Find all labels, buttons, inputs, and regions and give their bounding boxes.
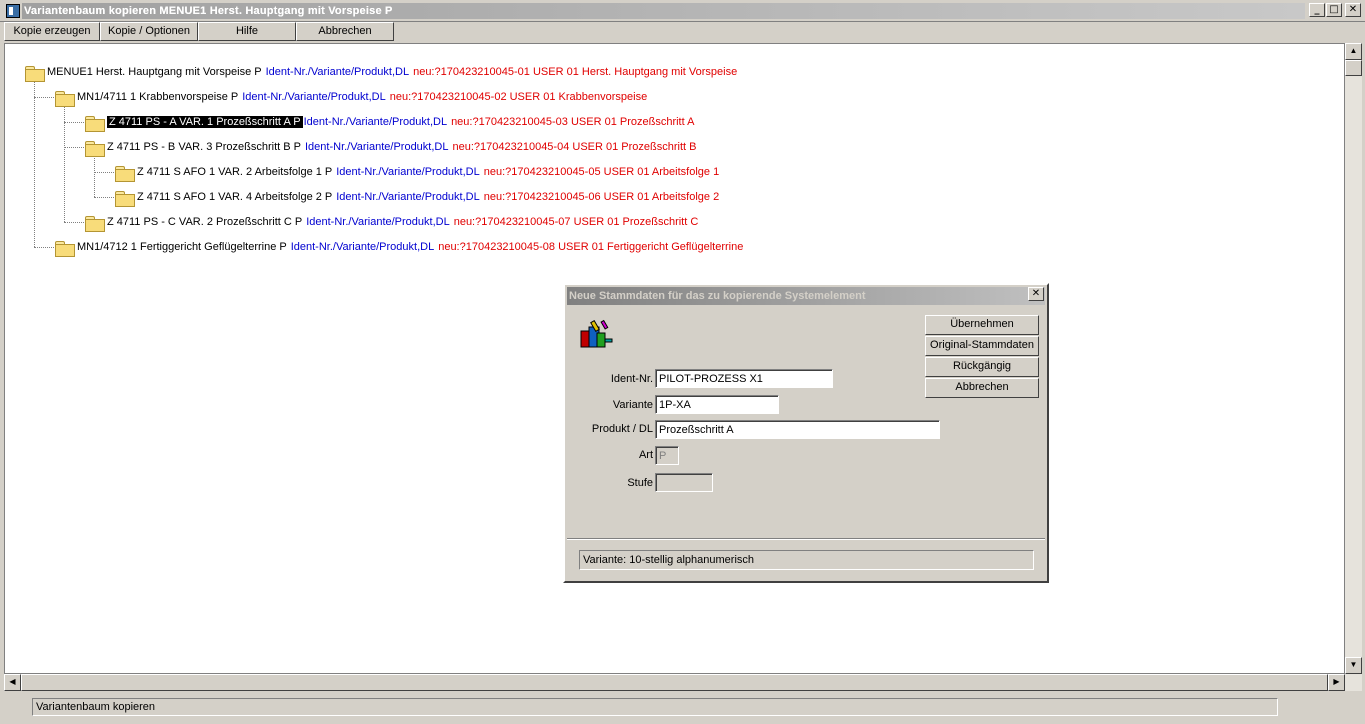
hilfe-button[interactable]: Hilfe: [198, 22, 296, 41]
tree-connector: [64, 222, 86, 223]
scroll-left-icon[interactable]: ◀: [4, 674, 21, 691]
node-ident-hint: Ident-Nr./Variante/Produkt,DL: [336, 191, 480, 203]
dialog-close-button[interactable]: ✕: [1028, 287, 1044, 301]
ident-field[interactable]: [655, 369, 833, 388]
tree-node[interactable]: Z 4711 PS - B VAR. 3 Prozeßschritt B P I…: [85, 138, 697, 157]
tree-connector: [34, 247, 56, 248]
node-new-ident: neu:?170423210045-06 USER 01 Arbeitsfolg…: [483, 191, 720, 203]
folder-icon: [55, 240, 75, 257]
minimize-button[interactable]: _: [1309, 3, 1325, 17]
horizontal-scrollbar[interactable]: ◀ ▶: [4, 674, 1362, 691]
folder-icon: [85, 215, 105, 232]
vertical-scroll-thumb[interactable]: [1345, 60, 1362, 76]
tree-connector: [94, 197, 116, 198]
node-label: MN1/4712 1 Fertiggericht Geflügelterrine…: [77, 241, 287, 253]
tree-connector: [94, 172, 116, 173]
kopie-erzeugen-button[interactable]: Kopie erzeugen: [4, 22, 100, 41]
dialog-status-bar: Variante: 10-stellig alphanumerisch: [579, 550, 1034, 570]
dialog-abbrechen-button[interactable]: Abbrechen: [925, 378, 1039, 398]
dialog-separator: [567, 538, 1045, 540]
node-label: MN1/4711 1 Krabbenvorspeise P: [77, 91, 239, 103]
tree-connector: [64, 122, 86, 123]
node-ident-hint: Ident-Nr./Variante/Produkt,DL: [290, 241, 435, 253]
folder-icon: [115, 190, 135, 207]
variante-label: Variante: [612, 399, 653, 411]
tree-node-selected[interactable]: Z 4711 PS - A VAR. 1 Prozeßschritt A P I…: [85, 113, 695, 132]
tree-node[interactable]: Z 4711 S AFO 1 VAR. 2 Arbeitsfolge 1 P I…: [115, 163, 720, 182]
node-ident-hint: Ident-Nr./Variante/Produkt,DL: [336, 166, 480, 178]
tree-node[interactable]: MENUE1 Herst. Hauptgang mit Vorspeise P …: [25, 63, 738, 82]
node-label: Z 4711 S AFO 1 VAR. 4 Arbeitsfolge 2 P: [137, 191, 333, 203]
rueckgaengig-button[interactable]: Rückgängig: [925, 357, 1039, 377]
node-label: Z 4711 PS - A VAR. 1 Prozeßschritt A P: [107, 116, 303, 128]
node-label: Z 4711 S AFO 1 VAR. 2 Arbeitsfolge 1 P: [137, 166, 333, 178]
tree-connector: [64, 147, 86, 148]
status-bar: Variantenbaum kopieren: [32, 698, 1278, 716]
app-icon: [6, 3, 20, 18]
node-ident-hint: Ident-Nr./Variante/Produkt,DL: [303, 116, 448, 128]
original-stammdaten-button[interactable]: Original-Stammdaten: [925, 336, 1039, 356]
node-label: Z 4711 PS - B VAR. 3 Prozeßschritt B P: [107, 141, 301, 153]
ident-label: Ident-Nr.: [610, 373, 653, 385]
folder-icon: [85, 140, 105, 157]
node-new-ident: neu:?170423210045-04 USER 01 Prozeßschri…: [452, 141, 697, 153]
abbrechen-button[interactable]: Abbrechen: [296, 22, 394, 41]
window-title: Variantenbaum kopieren MENUE1 Herst. Hau…: [24, 4, 393, 17]
horizontal-scroll-thumb[interactable]: [21, 674, 1328, 691]
title-bar: Variantenbaum kopieren MENUE1 Herst. Hau…: [0, 0, 1365, 22]
produkt-field[interactable]: [655, 420, 940, 439]
maximize-button[interactable]: □: [1326, 3, 1342, 17]
node-new-ident: neu:?170423210045-03 USER 01 Prozeßschri…: [451, 116, 695, 128]
window-controls: _ □ ✕: [1309, 3, 1361, 17]
node-ident-hint: Ident-Nr./Variante/Produkt,DL: [305, 141, 449, 153]
variante-field[interactable]: [655, 395, 779, 414]
produkt-label: Produkt / DL: [591, 423, 653, 435]
node-new-ident: neu:?170423210045-08 USER 01 Fertiggeric…: [438, 241, 744, 253]
folder-icon: [115, 165, 135, 182]
art-label: Art: [638, 449, 653, 461]
tree-node[interactable]: MN1/4712 1 Fertiggericht Geflügelterrine…: [55, 238, 744, 257]
tree-node[interactable]: MN1/4711 1 Krabbenvorspeise P Ident-Nr./…: [55, 88, 648, 107]
folder-icon: [55, 90, 75, 107]
node-label: Z 4711 PS - C VAR. 2 Prozeßschritt C P: [107, 216, 303, 228]
tree-connector: [34, 82, 35, 247]
tree-node[interactable]: Z 4711 S AFO 1 VAR. 4 Arbeitsfolge 2 P I…: [115, 188, 720, 207]
folder-icon: [25, 65, 45, 82]
dialog-title: Neue Stammdaten für das zu kopierende Sy…: [567, 287, 1045, 305]
art-field: [655, 446, 679, 465]
tree-connector: [64, 106, 65, 222]
folder-icon: [85, 115, 105, 132]
scroll-down-icon[interactable]: ▼: [1345, 657, 1362, 674]
uebernehmen-button[interactable]: Übernehmen: [925, 315, 1039, 335]
stufe-label: Stufe: [627, 477, 653, 489]
scroll-up-icon[interactable]: ▲: [1345, 43, 1362, 60]
stammdaten-dialog: Neue Stammdaten für das zu kopierende Sy…: [563, 283, 1049, 583]
close-button[interactable]: ✕: [1345, 3, 1361, 17]
tree-connector: [34, 97, 56, 98]
node-ident-hint: Ident-Nr./Variante/Produkt,DL: [265, 66, 410, 78]
node-ident-hint: Ident-Nr./Variante/Produkt,DL: [306, 216, 450, 228]
node-label: MENUE1 Herst. Hauptgang mit Vorspeise P: [47, 66, 262, 78]
tree-node[interactable]: Z 4711 PS - C VAR. 2 Prozeßschritt C P I…: [85, 213, 699, 232]
node-new-ident: neu:?1704232100​45-01 USER 01 Herst. Hau…: [413, 66, 738, 78]
node-new-ident: neu:?170423210045-05 USER 01 Arbeitsfolg…: [483, 166, 720, 178]
system-element-icon: [580, 319, 613, 348]
tree-connector: [94, 156, 95, 197]
node-new-ident: neu:?170423210045-02 USER 01 Krabbenvors…: [389, 91, 648, 103]
node-new-ident: neu:?170423210045-07 USER 01 Prozeßschri…: [453, 216, 699, 228]
vertical-scrollbar[interactable]: ▲ ▼: [1345, 43, 1362, 674]
node-ident-hint: Ident-Nr./Variante/Produkt,DL: [242, 91, 386, 103]
scroll-right-icon[interactable]: ▶: [1328, 674, 1345, 691]
toolbar: Kopie erzeugen Kopie / Optionen Hilfe Ab…: [0, 22, 1365, 42]
kopie-optionen-button[interactable]: Kopie / Optionen: [100, 22, 198, 41]
stufe-field: [655, 473, 713, 492]
